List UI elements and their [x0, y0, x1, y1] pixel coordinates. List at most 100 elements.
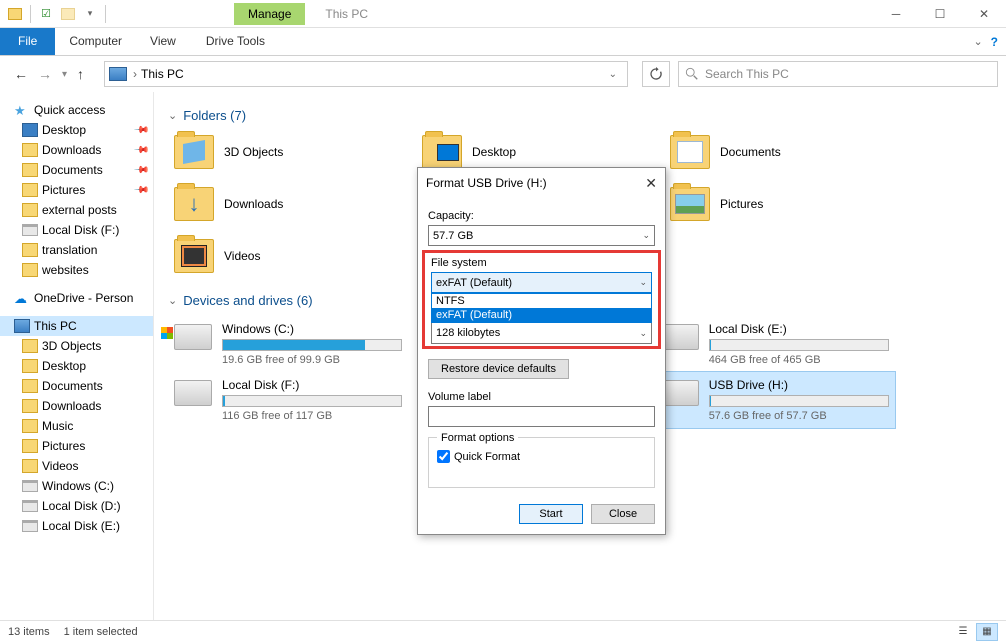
folder-icon	[22, 439, 38, 453]
sidebar-onedrive[interactable]: OneDrive - Person	[0, 288, 153, 308]
capacity-select[interactable]: 57.7 GB⌄	[428, 225, 655, 246]
details-view-button[interactable]: ☰	[952, 623, 974, 641]
chevron-down-icon: ⌄	[639, 277, 647, 288]
refresh-button[interactable]	[642, 61, 670, 87]
drive-tools-tab[interactable]: Drive Tools	[192, 28, 279, 55]
close-dlg-button[interactable]: Close	[591, 504, 655, 524]
sidebar-item-external-posts[interactable]: external posts	[0, 200, 153, 220]
documents-icon	[22, 163, 38, 177]
tiles-view-button[interactable]: ▦	[976, 623, 998, 641]
folder-videos[interactable]: Videos	[168, 235, 408, 277]
search-placeholder: Search This PC	[705, 67, 789, 81]
pin-icon: 📌	[132, 182, 149, 199]
folder-3d-objects[interactable]: 3D Objects	[168, 131, 408, 173]
sidebar-pc-local-e[interactable]: Local Disk (E:)	[0, 516, 153, 536]
fs-option-ntfs[interactable]: NTFS	[432, 294, 651, 308]
view-tab[interactable]: View	[136, 28, 190, 55]
search-icon	[685, 67, 699, 81]
allocation-size-select[interactable]: 128 kilobytes⌄	[431, 323, 652, 344]
close-button[interactable]: ✕	[962, 0, 1006, 28]
back-button[interactable]: ←	[14, 66, 28, 82]
properties-icon[interactable]: ☑	[37, 5, 55, 23]
format-options-legend: Format options	[437, 432, 518, 444]
file-system-select[interactable]: exFAT (Default)⌄	[431, 272, 652, 293]
format-options-fieldset: Format options Quick Format	[428, 437, 655, 488]
expand-ribbon-icon[interactable]: ⌄	[973, 35, 982, 48]
sidebar-item-local-disk-f[interactable]: Local Disk (F:)	[0, 220, 153, 240]
folder-icon	[22, 419, 38, 433]
sidebar-pc-3d-objects[interactable]: 3D Objects	[0, 336, 153, 356]
desktop-icon	[22, 123, 38, 137]
sidebar-pc-downloads[interactable]: Downloads	[0, 396, 153, 416]
sidebar-item-documents[interactable]: Documents📌	[0, 160, 153, 180]
address-bar[interactable]: › This PC ⌄	[104, 61, 628, 87]
sidebar-pc-windows-c[interactable]: Windows (C:)	[0, 476, 153, 496]
sidebar-pc-pictures[interactable]: Pictures	[0, 436, 153, 456]
dialog-close-button[interactable]: ✕	[645, 175, 657, 192]
maximize-button[interactable]: ☐	[918, 0, 962, 28]
pin-icon: 📌	[132, 142, 149, 159]
sidebar-item-downloads[interactable]: Downloads📌	[0, 140, 153, 160]
sidebar-item-translation[interactable]: translation	[0, 240, 153, 260]
sidebar-quick-access[interactable]: Quick access	[0, 100, 153, 120]
downloads-icon: ↓	[174, 187, 214, 221]
manage-contextual-tab[interactable]: Manage	[234, 3, 305, 25]
windows-drive-icon	[174, 324, 212, 350]
drive-local-e[interactable]: Local Disk (E:) 464 GB free of 465 GB	[655, 316, 895, 372]
computer-tab[interactable]: Computer	[55, 28, 136, 55]
sidebar-item-pictures[interactable]: Pictures📌	[0, 180, 153, 200]
file-system-label: File system	[431, 257, 652, 269]
window-title: This PC	[311, 3, 382, 25]
help-icon[interactable]: ?	[991, 35, 998, 49]
videos-icon	[174, 239, 214, 273]
sidebar-pc-desktop[interactable]: Desktop	[0, 356, 153, 376]
usb-drive-icon	[661, 380, 699, 406]
sidebar-item-desktop[interactable]: Desktop📌	[0, 120, 153, 140]
file-tab[interactable]: File	[0, 28, 55, 55]
minimize-button[interactable]: ─	[874, 0, 918, 28]
fs-option-exfat[interactable]: exFAT (Default)	[432, 308, 651, 322]
search-input[interactable]: Search This PC	[678, 61, 998, 87]
drive-windows-c[interactable]: Windows (C:) 19.6 GB free of 99.9 GB	[168, 316, 408, 372]
address-path[interactable]: This PC	[141, 67, 184, 81]
navigation-pane: Quick access Desktop📌 Downloads📌 Documen…	[0, 92, 154, 620]
chevron-right-icon[interactable]: ›	[133, 67, 137, 81]
folder-documents[interactable]: Documents	[664, 131, 904, 173]
chevron-down-icon: ⌄	[639, 328, 647, 339]
folder-icon	[22, 263, 38, 277]
folder-pictures[interactable]: Pictures	[664, 183, 904, 225]
volume-label-input[interactable]	[428, 406, 655, 427]
sidebar-item-websites[interactable]: websites	[0, 260, 153, 280]
sidebar-pc-videos[interactable]: Videos	[0, 456, 153, 476]
restore-defaults-button[interactable]: Restore device defaults	[428, 359, 569, 379]
folders-group-header[interactable]: ⌄ Folders (7)	[168, 108, 992, 123]
sidebar-this-pc[interactable]: This PC	[0, 316, 153, 336]
new-folder-icon[interactable]	[59, 5, 77, 23]
quick-format-input[interactable]	[437, 450, 450, 463]
qat-dropdown-icon[interactable]: ▾	[81, 5, 99, 23]
forward-button: →	[38, 66, 52, 82]
sidebar-pc-music[interactable]: Music	[0, 416, 153, 436]
drive-icon	[22, 480, 38, 492]
folder-downloads[interactable]: ↓Downloads	[168, 183, 408, 225]
up-button[interactable]: ↑	[77, 66, 84, 82]
drive-icon	[22, 500, 38, 512]
sidebar-pc-local-d[interactable]: Local Disk (D:)	[0, 496, 153, 516]
folder-icon	[22, 339, 38, 353]
recent-dropdown[interactable]: ▾	[62, 69, 67, 80]
drive-icon	[661, 324, 699, 350]
desktop-icon	[422, 135, 462, 169]
pictures-icon	[22, 183, 38, 197]
folder-icon	[22, 459, 38, 473]
pc-icon	[109, 67, 127, 81]
quick-format-checkbox[interactable]: Quick Format	[437, 450, 646, 463]
cube-icon	[174, 135, 214, 169]
start-button[interactable]: Start	[519, 504, 583, 524]
drive-local-f[interactable]: Local Disk (F:) 116 GB free of 117 GB	[168, 372, 408, 428]
pc-icon	[14, 319, 30, 333]
sidebar-pc-documents[interactable]: Documents	[0, 376, 153, 396]
address-dropdown-icon[interactable]: ⌄	[603, 69, 623, 80]
folder-icon	[6, 5, 24, 23]
drive-usb-h[interactable]: USB Drive (H:) 57.6 GB free of 57.7 GB	[655, 372, 895, 428]
volume-label-label: Volume label	[428, 391, 655, 403]
